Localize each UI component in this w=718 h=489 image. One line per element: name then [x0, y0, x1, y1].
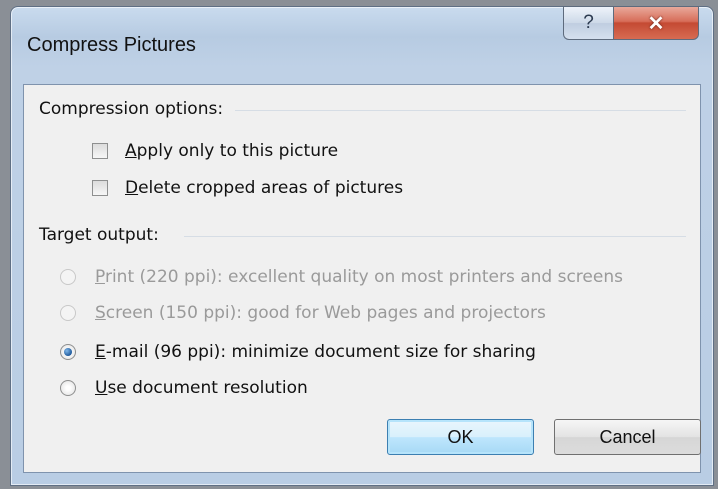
ok-button-label: OK: [447, 426, 474, 447]
radio-screen-label: Screen (150 ppi): good for Web pages and…: [95, 303, 546, 323]
cancel-button-label: Cancel: [599, 426, 656, 447]
radio-email[interactable]: [60, 344, 76, 360]
apply-only-checkbox-row[interactable]: Apply only to this picture: [92, 141, 338, 161]
title-bar[interactable]: Compress Pictures ? ✕: [11, 6, 713, 83]
radio-print[interactable]: [60, 269, 76, 285]
close-icon: ✕: [647, 12, 665, 35]
compression-options-label: Compression options:: [39, 99, 236, 119]
radio-email-row[interactable]: E-mail (96 ppi): minimize document size …: [60, 342, 536, 362]
dialog-body: Compression options: Apply only to this …: [23, 84, 701, 473]
cancel-button[interactable]: Cancel: [554, 419, 701, 455]
compression-group-divider: [204, 110, 686, 111]
delete-cropped-checkbox-row[interactable]: Delete cropped areas of pictures: [92, 178, 403, 198]
radio-screen[interactable]: [60, 305, 76, 321]
dialog-title: Compress Pictures: [27, 34, 196, 56]
radio-screen-row[interactable]: Screen (150 ppi): good for Web pages and…: [60, 303, 546, 323]
apply-only-checkbox[interactable]: [92, 143, 108, 159]
radio-document-resolution-row[interactable]: Use document resolution: [60, 378, 308, 398]
radio-email-label: E-mail (96 ppi): minimize document size …: [95, 342, 536, 362]
close-button[interactable]: ✕: [613, 6, 699, 40]
delete-cropped-checkbox[interactable]: [92, 180, 108, 196]
help-button[interactable]: ?: [563, 6, 613, 40]
ok-button[interactable]: OK: [387, 419, 534, 455]
help-icon: ?: [583, 12, 594, 33]
delete-cropped-label: Delete cropped areas of pictures: [125, 178, 404, 198]
target-group-divider: [184, 236, 686, 237]
radio-print-label: Print (220 ppi): excellent quality on mo…: [95, 267, 623, 287]
radio-document-resolution-label: Use document resolution: [95, 378, 308, 398]
apply-only-label: Apply only to this picture: [125, 141, 339, 161]
title-bar-buttons: ? ✕: [563, 6, 699, 40]
radio-document-resolution[interactable]: [60, 380, 76, 396]
compress-pictures-dialog: Compress Pictures ? ✕ Compression option…: [10, 6, 714, 486]
target-output-label: Target output:: [39, 225, 171, 245]
radio-print-row[interactable]: Print (220 ppi): excellent quality on mo…: [60, 267, 623, 287]
